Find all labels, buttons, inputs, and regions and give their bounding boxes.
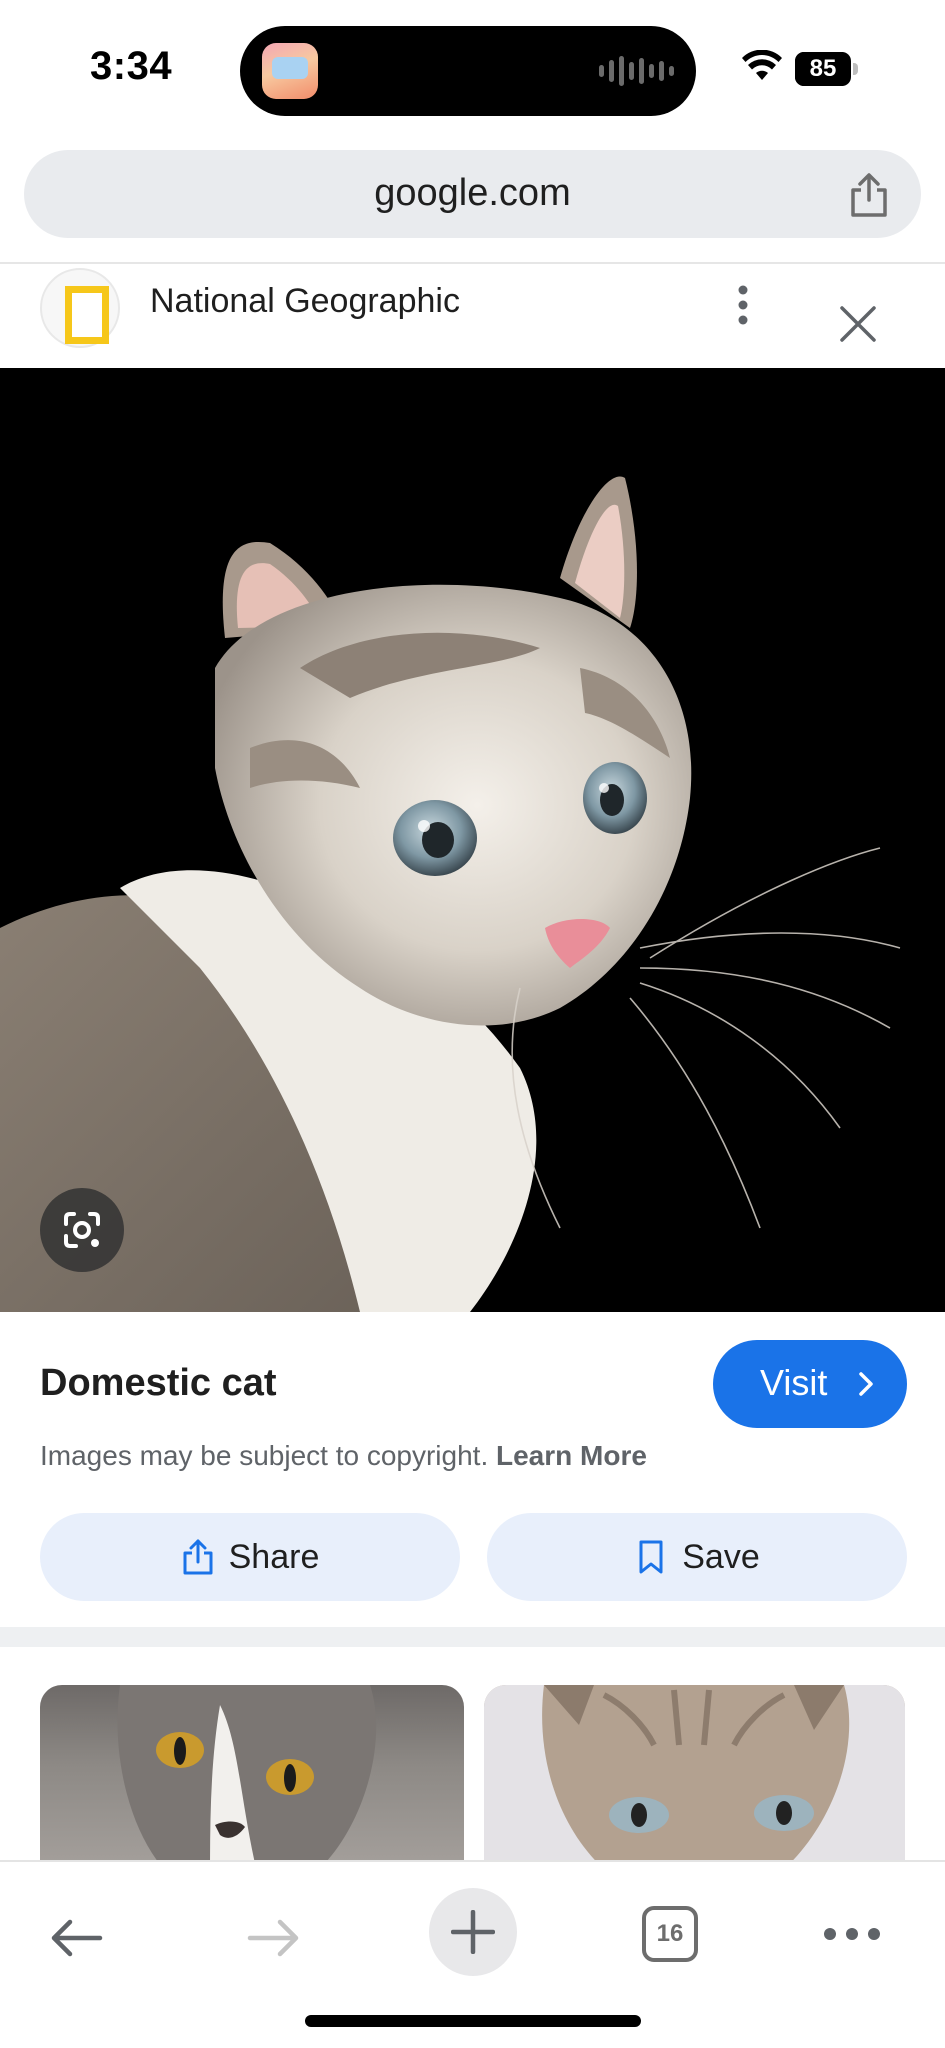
copyright-notice: Images may be subject to copyright. Lear…: [40, 1440, 647, 1472]
tab-count: 16: [656, 1920, 684, 1947]
copyright-text: Images may be subject to copyright.: [40, 1440, 489, 1471]
share-button[interactable]: Share: [40, 1513, 460, 1601]
related-cat-photo-1: [117, 1685, 377, 1860]
chevron-right-icon: [859, 1372, 873, 1396]
share-label: Share: [228, 1537, 320, 1576]
plus-icon: [451, 1910, 495, 1954]
main-image[interactable]: [0, 368, 945, 1312]
visit-label: Visit: [760, 1362, 828, 1403]
more-horiz-icon[interactable]: [822, 1924, 882, 1944]
island-app-icon: [262, 43, 318, 99]
share-icon: [183, 1539, 213, 1575]
related-cat-photo-2: [484, 1685, 905, 1860]
status-bar: 3:34 85: [0, 0, 945, 140]
save-button[interactable]: Save: [487, 1513, 907, 1601]
section-divider: [0, 1627, 945, 1647]
battery-icon: 85: [795, 52, 861, 86]
visit-button[interactable]: Visit: [713, 1340, 907, 1428]
image-info: Domestic cat Visit: [0, 1340, 945, 1430]
dynamic-island: [240, 26, 696, 116]
close-icon[interactable]: [838, 304, 878, 344]
audio-waveform-icon: [599, 56, 674, 86]
arrow-right-icon[interactable]: [246, 1914, 302, 1962]
national-geographic-logo: [40, 268, 120, 348]
save-button-content: Save: [487, 1513, 907, 1601]
related-image-2[interactable]: [484, 1685, 905, 1860]
save-label: Save: [682, 1537, 760, 1576]
source-name[interactable]: National Geographic: [150, 282, 460, 321]
related-image-1[interactable]: [40, 1685, 464, 1860]
image-title: Domestic cat: [40, 1362, 277, 1404]
google-image-viewer: 3:34 85 google.com National Geographic D…: [0, 0, 945, 2048]
address-bar[interactable]: google.com: [24, 150, 921, 238]
wifi-icon: [742, 50, 782, 80]
battery-body: 85: [795, 52, 851, 86]
more-vert-icon[interactable]: [728, 282, 758, 328]
google-lens-icon: [64, 1212, 100, 1248]
battery-level: 85: [809, 55, 837, 82]
home-indicator[interactable]: [305, 2015, 641, 2027]
share-icon[interactable]: [847, 172, 891, 218]
tab-switcher-button[interactable]: 16: [642, 1906, 698, 1962]
battery-cap: [853, 63, 858, 75]
url-text[interactable]: google.com: [24, 172, 921, 215]
status-time: 3:34: [90, 44, 173, 88]
learn-more-link[interactable]: Learn More: [496, 1440, 647, 1471]
arrow-left-icon[interactable]: [48, 1914, 104, 1962]
google-lens-button[interactable]: [40, 1188, 124, 1272]
related-images: [0, 1685, 945, 1860]
source-header[interactable]: National Geographic: [0, 264, 945, 368]
cat-photo: [0, 368, 945, 1312]
bookmark-icon: [639, 1540, 663, 1574]
share-button-content: Share: [40, 1513, 460, 1601]
new-tab-button[interactable]: [429, 1888, 517, 1976]
